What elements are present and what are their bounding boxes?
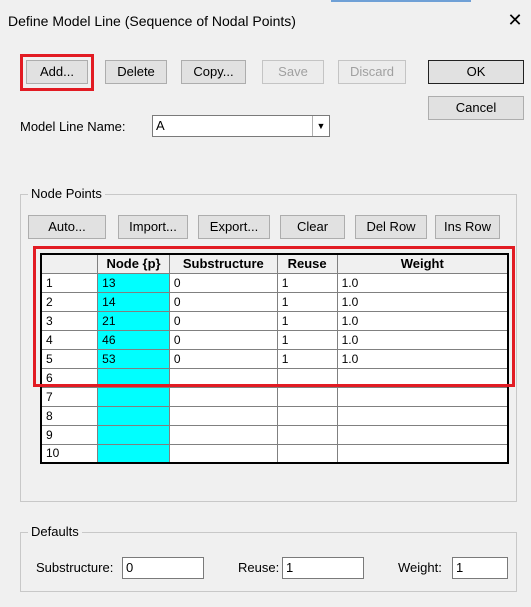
dialog-title: Define Model Line (Sequence of Nodal Poi…	[8, 13, 296, 29]
row-number: 1	[40, 272, 99, 293]
model-line-name-value: A	[156, 118, 165, 133]
save-button[interactable]: Save	[262, 60, 324, 84]
reuse-cell[interactable]: 1	[276, 348, 338, 369]
defaults-legend: Defaults	[28, 524, 82, 539]
chevron-down-icon[interactable]: ▼	[312, 116, 329, 136]
node-cell[interactable]	[97, 424, 170, 445]
row-number: 10	[40, 443, 99, 464]
node-cell[interactable]: 21	[97, 310, 170, 331]
default-reuse-input[interactable]: 1	[282, 557, 364, 579]
reuse-cell[interactable]: 1	[276, 291, 338, 312]
table-row[interactable]: 7	[40, 386, 509, 407]
table-header-row: Node {p} Substructure Reuse Weight	[40, 253, 509, 274]
substructure-cell[interactable]	[168, 367, 278, 388]
node-points-table[interactable]: Node {p} Substructure Reuse Weight 1 13 0 1…	[40, 253, 509, 464]
weight-cell[interactable]: 1.0	[336, 348, 509, 369]
delete-button[interactable]: Delete	[105, 60, 167, 84]
default-substructure-input[interactable]: 0	[122, 557, 204, 579]
substructure-cell[interactable]: 0	[168, 310, 278, 331]
row-number: 8	[40, 405, 99, 426]
add-button[interactable]: Add...	[26, 60, 88, 84]
reuse-cell[interactable]	[276, 367, 338, 388]
node-cell[interactable]	[97, 386, 170, 407]
copy-button[interactable]: Copy...	[181, 60, 246, 84]
default-weight-label: Weight:	[398, 560, 442, 575]
clear-button[interactable]: Clear	[280, 215, 345, 239]
table-row[interactable]: 1 13 0 1 1.0	[40, 272, 509, 293]
export-button[interactable]: Export...	[198, 215, 270, 239]
reuse-cell[interactable]	[276, 424, 338, 445]
column-header-weight[interactable]: Weight	[336, 253, 509, 274]
substructure-cell[interactable]	[168, 443, 278, 464]
node-cell[interactable]	[97, 367, 170, 388]
table-row[interactable]: 10	[40, 443, 509, 464]
model-line-name-label: Model Line Name:	[20, 119, 126, 134]
column-header-reuse[interactable]: Reuse	[276, 253, 338, 274]
table-row[interactable]: 4 46 0 1 1.0	[40, 329, 509, 350]
table-row[interactable]: 5 53 0 1 1.0	[40, 348, 509, 369]
default-reuse-label: Reuse:	[238, 560, 280, 575]
reuse-cell[interactable]	[276, 386, 338, 407]
model-line-name-select[interactable]: A ▼	[152, 115, 330, 137]
row-number: 4	[40, 329, 99, 350]
substructure-cell[interactable]	[168, 405, 278, 426]
row-number: 7	[40, 386, 99, 407]
substructure-cell[interactable]	[168, 424, 278, 445]
table-row[interactable]: 8	[40, 405, 509, 426]
substructure-cell[interactable]	[168, 386, 278, 407]
auto-button[interactable]: Auto...	[28, 215, 106, 239]
node-points-legend: Node Points	[28, 186, 105, 201]
del-row-button[interactable]: Del Row	[355, 215, 427, 239]
cancel-button[interactable]: Cancel	[428, 96, 524, 120]
reuse-cell[interactable]	[276, 405, 338, 426]
weight-cell[interactable]	[336, 424, 509, 445]
substructure-cell[interactable]: 0	[168, 272, 278, 293]
weight-cell[interactable]: 1.0	[336, 329, 509, 350]
row-number: 2	[40, 291, 99, 312]
substructure-cell[interactable]: 0	[168, 348, 278, 369]
node-cell[interactable]: 46	[97, 329, 170, 350]
window-accent-line	[331, 0, 471, 2]
weight-cell[interactable]: 1.0	[336, 291, 509, 312]
substructure-cell[interactable]: 0	[168, 291, 278, 312]
weight-cell[interactable]: 1.0	[336, 310, 509, 331]
close-icon[interactable]: ✕	[505, 10, 525, 31]
reuse-cell[interactable]	[276, 443, 338, 464]
column-header-rownum	[40, 253, 99, 274]
table-row[interactable]: 2 14 0 1 1.0	[40, 291, 509, 312]
weight-cell[interactable]	[336, 367, 509, 388]
default-substructure-label: Substructure:	[36, 560, 114, 575]
column-header-node[interactable]: Node {p}	[97, 253, 170, 274]
reuse-cell[interactable]: 1	[276, 272, 338, 293]
node-cell[interactable]	[97, 443, 170, 464]
table-row[interactable]: 6	[40, 367, 509, 388]
row-number: 6	[40, 367, 99, 388]
default-weight-input[interactable]: 1	[452, 557, 508, 579]
row-number: 5	[40, 348, 99, 369]
node-cell[interactable]: 14	[97, 291, 170, 312]
ok-button[interactable]: OK	[428, 60, 524, 84]
reuse-cell[interactable]: 1	[276, 310, 338, 331]
import-button[interactable]: Import...	[118, 215, 188, 239]
node-cell[interactable]: 13	[97, 272, 170, 293]
table-row[interactable]: 3 21 0 1 1.0	[40, 310, 509, 331]
window-top-strip	[0, 0, 531, 4]
row-number: 9	[40, 424, 99, 445]
node-cell[interactable]: 53	[97, 348, 170, 369]
column-header-substructure[interactable]: Substructure	[168, 253, 278, 274]
reuse-cell[interactable]: 1	[276, 329, 338, 350]
weight-cell[interactable]	[336, 443, 509, 464]
weight-cell[interactable]: 1.0	[336, 272, 509, 293]
substructure-cell[interactable]: 0	[168, 329, 278, 350]
weight-cell[interactable]	[336, 405, 509, 426]
discard-button[interactable]: Discard	[338, 60, 406, 84]
weight-cell[interactable]	[336, 386, 509, 407]
ins-row-button[interactable]: Ins Row	[435, 215, 500, 239]
table-row[interactable]: 9	[40, 424, 509, 445]
node-cell[interactable]	[97, 405, 170, 426]
row-number: 3	[40, 310, 99, 331]
